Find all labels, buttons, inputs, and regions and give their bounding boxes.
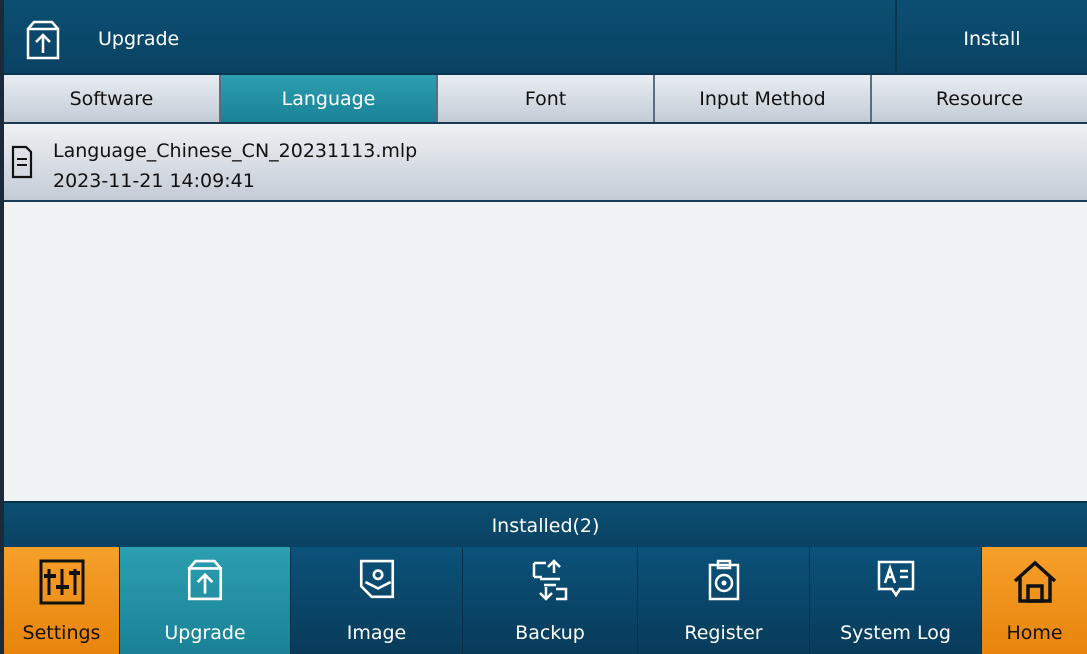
tab-software[interactable]: Software [4,75,221,122]
nav-settings[interactable]: Settings [4,547,120,654]
nav-backup[interactable]: Backup [463,547,638,654]
file-name: Language_Chinese_CN_20231113.mlp [53,140,418,162]
installed-count: Installed(2) [4,501,1087,547]
nav-label: Image [346,622,407,644]
nav-label: Settings [22,622,101,644]
tab-bar: Software Language Font Input Method Reso… [4,75,1087,124]
tab-language[interactable]: Language [221,75,438,122]
register-icon [708,559,739,601]
nav-label: Register [684,622,763,644]
upgrade-icon [26,20,60,60]
nav-system-log[interactable]: System Log [810,547,982,654]
list-item[interactable]: Language_Chinese_CN_20231113.mlp 2023-11… [4,124,1087,202]
nav-upgrade[interactable]: Upgrade [120,547,291,654]
page-title: Upgrade [98,28,180,50]
tab-font[interactable]: Font [438,75,655,122]
upgrade-icon [187,559,223,601]
bottom-nav: Settings Upgrade Image Backup Register S… [4,547,1087,654]
nav-label: System Log [840,622,951,644]
nav-home[interactable]: Home [982,547,1087,654]
backup-icon [532,559,568,601]
header-bar: Upgrade Install [4,0,1087,75]
home-icon [1013,560,1056,603]
system-log-icon [877,560,914,598]
image-icon [359,559,394,599]
upgrade-screen: Upgrade Install Software Language Font I… [4,0,1087,654]
nav-register[interactable]: Register [638,547,810,654]
tab-input-method[interactable]: Input Method [655,75,872,122]
install-button[interactable]: Install [895,0,1087,73]
nav-label: Backup [515,622,585,644]
tab-resource[interactable]: Resource [872,75,1087,122]
file-timestamp: 2023-11-21 14:09:41 [53,170,255,192]
nav-label: Home [1006,622,1063,644]
settings-sliders-icon [39,559,84,605]
document-icon [11,145,33,179]
nav-label: Upgrade [164,622,246,644]
nav-image[interactable]: Image [291,547,463,654]
